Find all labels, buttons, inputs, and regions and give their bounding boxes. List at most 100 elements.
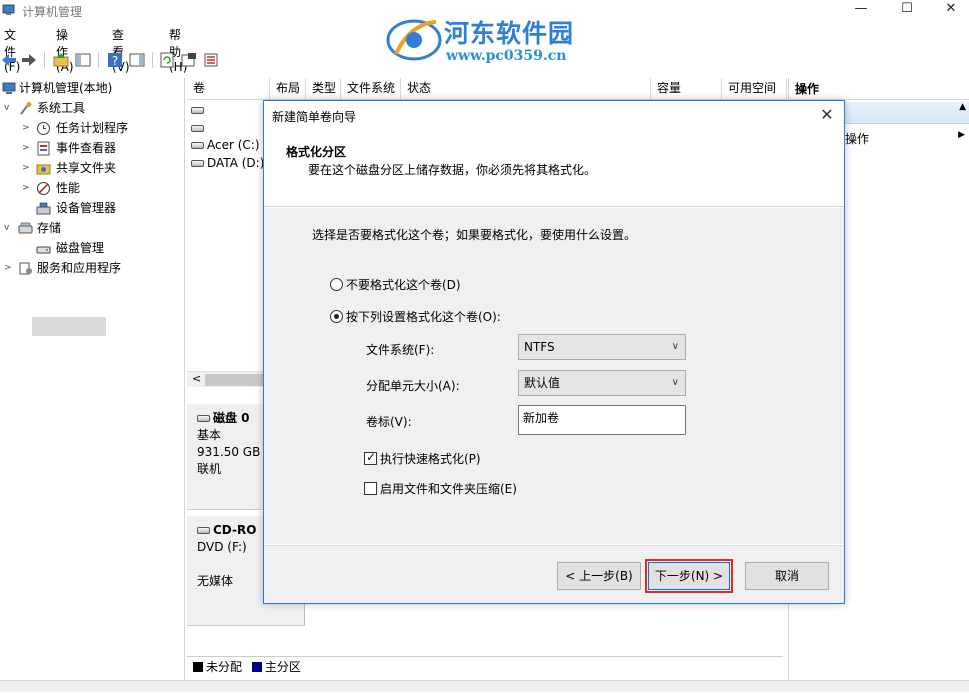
column-header-volume[interactable]: 卷 — [187, 78, 270, 100]
cdrom-icon — [197, 527, 210, 534]
volume-icon — [191, 125, 204, 132]
dialog-body: 选择是否要格式化这个卷；如果要格式化，要使用什么设置。 不要格式化这个卷(D) … — [264, 208, 844, 544]
help-icon[interactable]: ? — [106, 51, 124, 69]
scroll-left-icon[interactable]: < — [192, 372, 201, 385]
volume-icon — [191, 142, 204, 149]
radio-button-selected[interactable] — [330, 310, 343, 323]
allocation-unit-label: 分配单元大小(A): — [366, 379, 460, 393]
status-bar — [0, 680, 969, 692]
show-hide-tree-icon[interactable] — [74, 51, 92, 69]
quick-format-checkbox[interactable]: 执行快速格式化(P) — [364, 450, 481, 468]
radio-button[interactable] — [330, 278, 343, 291]
computer-icon — [2, 82, 16, 94]
column-header-capacity[interactable]: 容量 — [651, 78, 722, 100]
navigation-tree: 计算机管理(本地) v 系统工具 > 任务计划程序 > 事件查看器 > 共享文件… — [0, 78, 185, 682]
back-button[interactable]: < 上一步(B) — [557, 562, 641, 590]
show-action-pane-icon[interactable] — [128, 51, 146, 69]
column-header-free-space[interactable]: 可用空间 — [722, 78, 787, 100]
legend-swatch-primary — [251, 662, 262, 672]
chevron-down-icon: ∨ — [671, 377, 679, 388]
volume-row[interactable] — [191, 119, 207, 137]
collapse-icon[interactable]: ▲ — [959, 102, 966, 112]
legend-label: 主分区 — [264, 660, 301, 674]
chevron-down-icon[interactable]: v — [4, 98, 14, 118]
tree-item-label: 设备管理器 — [56, 201, 117, 215]
chevron-down-icon: ∨ — [671, 341, 679, 352]
submenu-arrow-icon[interactable]: ▶ — [958, 130, 965, 140]
computer-management-window: 计算机管理 — ☐ ✕ 河东软件园 www.pc0359.cn 文件(F) 操作… — [0, 0, 969, 696]
cancel-button[interactable]: 取消 — [745, 562, 829, 590]
scrollbar-thumb[interactable] — [205, 374, 265, 386]
checkbox-checked[interactable] — [364, 450, 377, 465]
watermark-name: 河东软件园 — [444, 19, 575, 48]
column-header-status[interactable]: 状态 — [401, 78, 651, 100]
chevron-right-icon[interactable]: > — [22, 138, 32, 158]
dialog-prompt: 选择是否要格式化这个卷；如果要格式化，要使用什么设置。 — [312, 228, 637, 242]
disk-name: 磁盘 0 — [213, 411, 250, 425]
allocation-unit-value: 默认值 — [524, 376, 561, 390]
filesystem-label: 文件系统(F): — [366, 343, 435, 357]
properties-icon[interactable] — [180, 51, 198, 69]
disk-management-icon — [36, 246, 51, 254]
chevron-down-icon[interactable]: v — [4, 218, 14, 238]
dialog-subheading: 要在这个磁盘分区上储存数据，你必须先将其格式化。 — [308, 163, 597, 177]
action-more-actions[interactable]: 操作 — [845, 130, 869, 147]
radio-no-format[interactable]: 不要格式化这个卷(D) — [330, 277, 461, 295]
column-header-layout[interactable]: 布局 — [270, 78, 306, 100]
volume-icon — [191, 160, 204, 167]
back-arrow-icon[interactable] — [0, 51, 18, 69]
selection-highlight — [32, 317, 106, 336]
computer-management-icon — [2, 4, 15, 15]
next-button[interactable]: 下一步(N) > — [645, 559, 733, 593]
dialog-close-button[interactable]: ✕ — [814, 105, 840, 127]
maximize-button[interactable]: ☐ — [884, 0, 930, 20]
refresh-icon[interactable] — [158, 51, 176, 69]
export-list-icon[interactable] — [202, 51, 220, 69]
performance-icon — [37, 182, 50, 195]
toolbar-separator — [98, 52, 99, 68]
chevron-right-icon[interactable]: > — [22, 178, 32, 198]
volume-label-label: 卷标(V): — [366, 415, 412, 429]
minimize-button[interactable]: — — [838, 0, 884, 20]
volume-row[interactable]: DATA (D:) — [191, 154, 264, 172]
tree-item-label: 服务和应用程序 — [37, 261, 122, 275]
volume-row[interactable] — [191, 101, 207, 119]
tree-item-label: 任务计划程序 — [56, 121, 129, 135]
tools-icon — [20, 102, 32, 115]
tree-item-label: 性能 — [56, 181, 81, 195]
volume-row[interactable]: Acer (C:) — [191, 136, 260, 154]
chevron-right-icon[interactable]: > — [22, 118, 32, 138]
column-header-filesystem[interactable]: 文件系统 — [341, 78, 401, 100]
storage-icon — [18, 222, 33, 234]
radio-format[interactable]: 按下列设置格式化这个卷(O): — [330, 309, 501, 327]
new-simple-volume-wizard: 新建简单卷向导 ✕ 格式化分区 要在这个磁盘分区上储存数据，你必须先将其格式化。… — [263, 100, 845, 604]
dialog-heading: 格式化分区 — [286, 145, 347, 159]
filesystem-select[interactable]: NTFS ∨ — [518, 334, 686, 360]
toolbar-separator — [44, 52, 45, 68]
legend-swatch-unallocated — [193, 662, 203, 672]
tree-item-label: 存储 — [37, 221, 62, 235]
compression-checkbox[interactable]: 启用文件和文件夹压缩(E) — [364, 482, 517, 498]
legend-label: 未分配 — [206, 660, 243, 674]
svg-text:?: ? — [112, 54, 118, 68]
up-folder-icon[interactable] — [52, 51, 70, 69]
dialog-title: 新建简单卷向导 — [272, 110, 357, 124]
column-header-type[interactable]: 类型 — [306, 78, 341, 100]
close-button[interactable]: ✕ — [928, 0, 969, 20]
disk-legend: 未分配 主分区 — [187, 656, 783, 676]
clock-icon — [37, 122, 50, 135]
allocation-unit-select[interactable]: 默认值 ∨ — [518, 370, 686, 396]
window-title: 计算机管理 — [22, 5, 83, 19]
disk-icon — [197, 415, 210, 422]
volume-label-input[interactable]: 新加卷 — [518, 405, 686, 435]
dialog-footer: < 上一步(B) 下一步(N) > 取消 — [264, 545, 844, 603]
forward-arrow-icon[interactable] — [20, 51, 38, 69]
disk-name: CD-RO — [213, 523, 257, 537]
tree-item-label: 系统工具 — [37, 101, 86, 115]
checkbox-unchecked[interactable] — [364, 482, 377, 495]
chevron-right-icon[interactable]: > — [22, 158, 32, 178]
shared-folder-icon — [36, 164, 51, 175]
dialog-header: 格式化分区 要在这个磁盘分区上储存数据，你必须先将其格式化。 — [264, 131, 844, 207]
event-viewer-icon — [37, 141, 50, 156]
chevron-right-icon[interactable]: > — [4, 258, 14, 278]
